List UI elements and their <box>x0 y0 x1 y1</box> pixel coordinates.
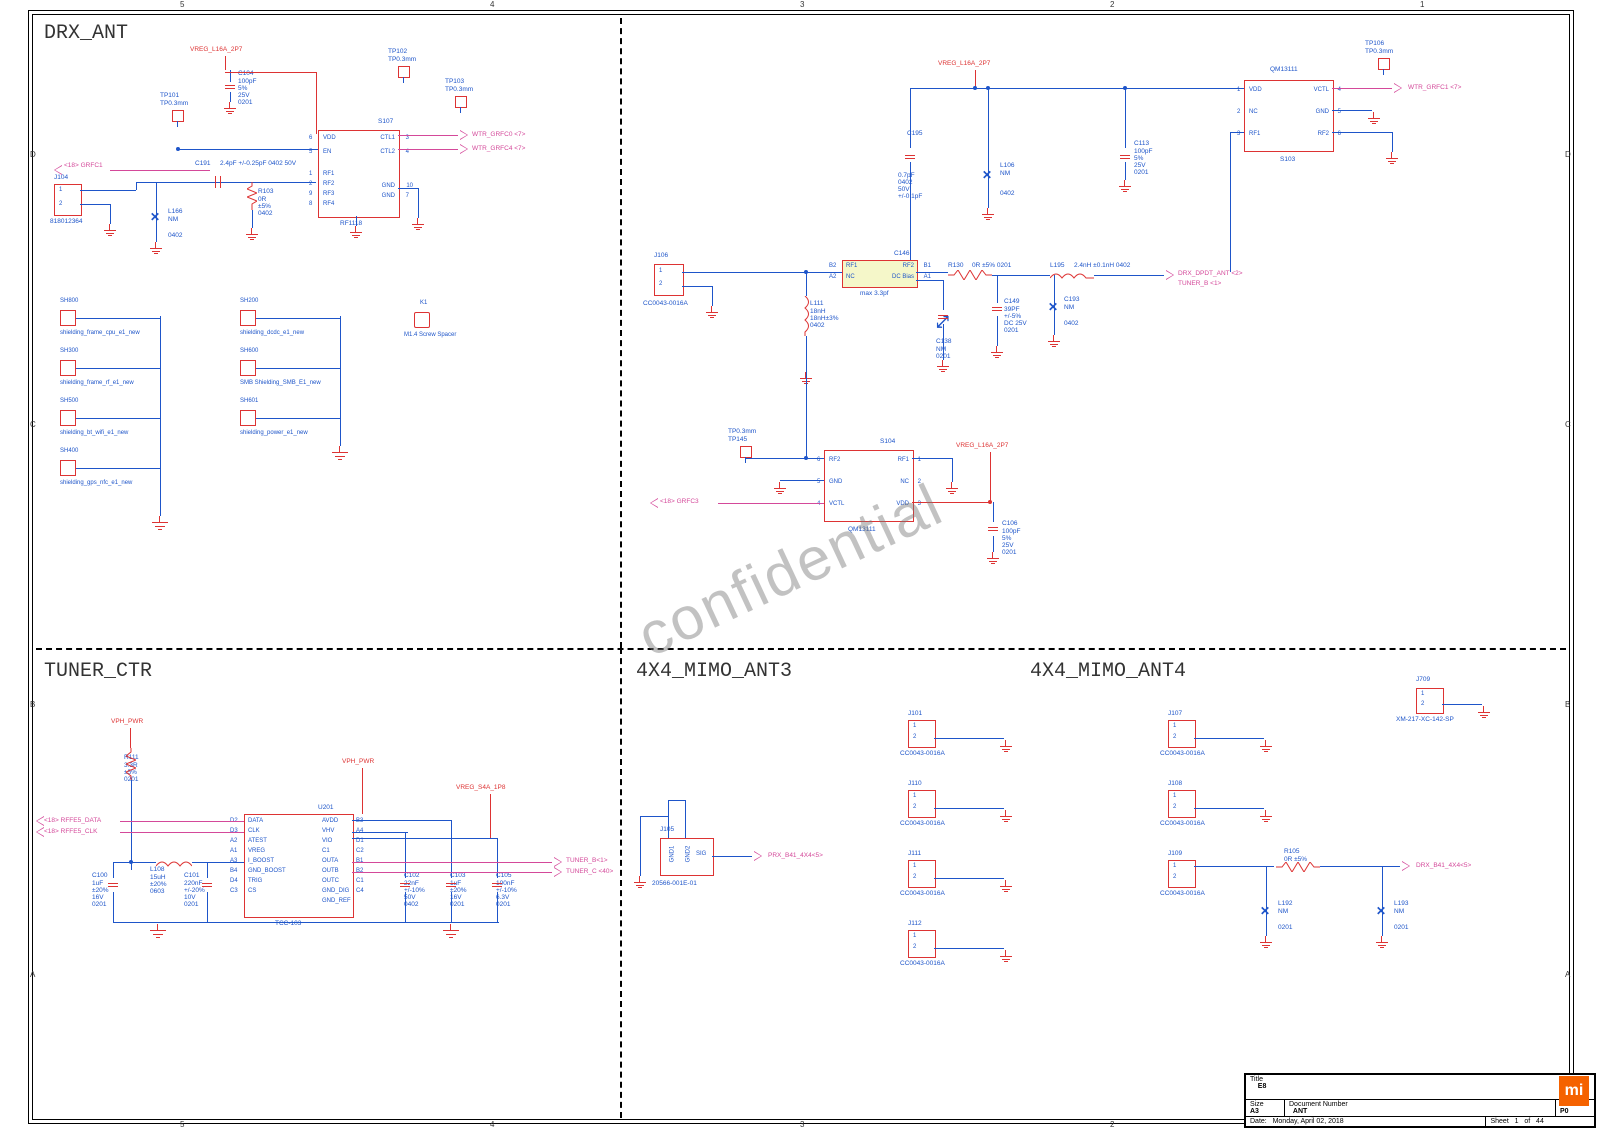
j104: 1 2 <box>54 184 82 216</box>
port-wtr-grfc0 <box>460 130 468 140</box>
net-vreg-l16a: VREG_L16A_2P7 <box>190 46 242 53</box>
grid-row-A: A <box>30 970 35 979</box>
tp145 <box>740 446 752 458</box>
grid-col-5b: 5 <box>180 1120 184 1129</box>
divider-v2 <box>620 648 622 1118</box>
j111: 12 <box>908 860 936 888</box>
j108: 12 <box>1168 790 1196 818</box>
section-mimo-ant4: 4X4_MIMO_ANT4 <box>1030 660 1186 683</box>
grid-row-B: B <box>30 700 35 709</box>
divider-h <box>36 648 1566 650</box>
k1 <box>414 312 430 328</box>
grid-col-1: 1 <box>1420 0 1424 9</box>
grid-col-4: 4 <box>490 0 494 9</box>
j110: 12 <box>908 790 936 818</box>
tp106 <box>1378 58 1390 70</box>
sh300 <box>60 360 76 376</box>
sh601 <box>240 410 256 426</box>
r103 <box>247 182 257 210</box>
j107: 12 <box>1168 720 1196 748</box>
qm13111-s103: VDD 1 NC 2 RF1 3 VCTL 4 GND 5 RF2 6 <box>1244 80 1334 152</box>
tp101 <box>172 110 184 122</box>
section-mimo-ant3: 4X4_MIMO_ANT3 <box>636 660 792 683</box>
j106: 1 2 <box>654 264 684 296</box>
j709: 12 <box>1416 688 1444 714</box>
tp102 <box>398 66 410 78</box>
section-drx-ant: DRX_ANT <box>44 22 128 45</box>
grid-col-3b: 3 <box>800 1120 804 1129</box>
title-block: mi Title E8 SizeA3 Document Number ANT R… <box>1244 1073 1596 1128</box>
s107: VDD 6 EN 5 RF1 1 RF2 2 RF3 9 RF4 8 CTL1 … <box>318 130 400 218</box>
tp101-ref: TP101 <box>160 92 179 99</box>
sh800 <box>60 310 76 326</box>
grid-col-3: 3 <box>800 0 804 9</box>
tp103 <box>455 96 467 108</box>
inner-frame <box>32 14 1570 1120</box>
j109: 12 <box>1168 860 1196 888</box>
section-tuner-ctr: TUNER_CTR <box>44 660 152 683</box>
grid-col-2b: 2 <box>1110 1120 1114 1129</box>
divider-v <box>620 18 622 648</box>
r130 <box>948 270 992 280</box>
grid-col-5: 5 <box>180 0 184 9</box>
grid-row-D: D <box>30 150 36 159</box>
qm13111-s104: RF2 6 GND 5 VCTL 4 RF1 1 NC 2 VDD 3 <box>824 450 914 522</box>
sh400 <box>60 460 76 476</box>
grid-row-C: C <box>30 420 36 429</box>
j101: 12 <box>908 720 936 748</box>
mi-logo-icon: mi <box>1559 1076 1589 1106</box>
j112: 12 <box>908 930 936 958</box>
sh500 <box>60 410 76 426</box>
sh600 <box>240 360 256 376</box>
gnd <box>224 102 236 112</box>
c146: RF1 NC RF2 DC Bias B2 A2 B1 A1 <box>842 260 918 288</box>
j105: GND1 GND2 SIG <box>660 838 714 876</box>
grid-col-2: 2 <box>1110 0 1114 9</box>
grid-col-4b: 4 <box>490 1120 494 1129</box>
sh200 <box>240 310 256 326</box>
